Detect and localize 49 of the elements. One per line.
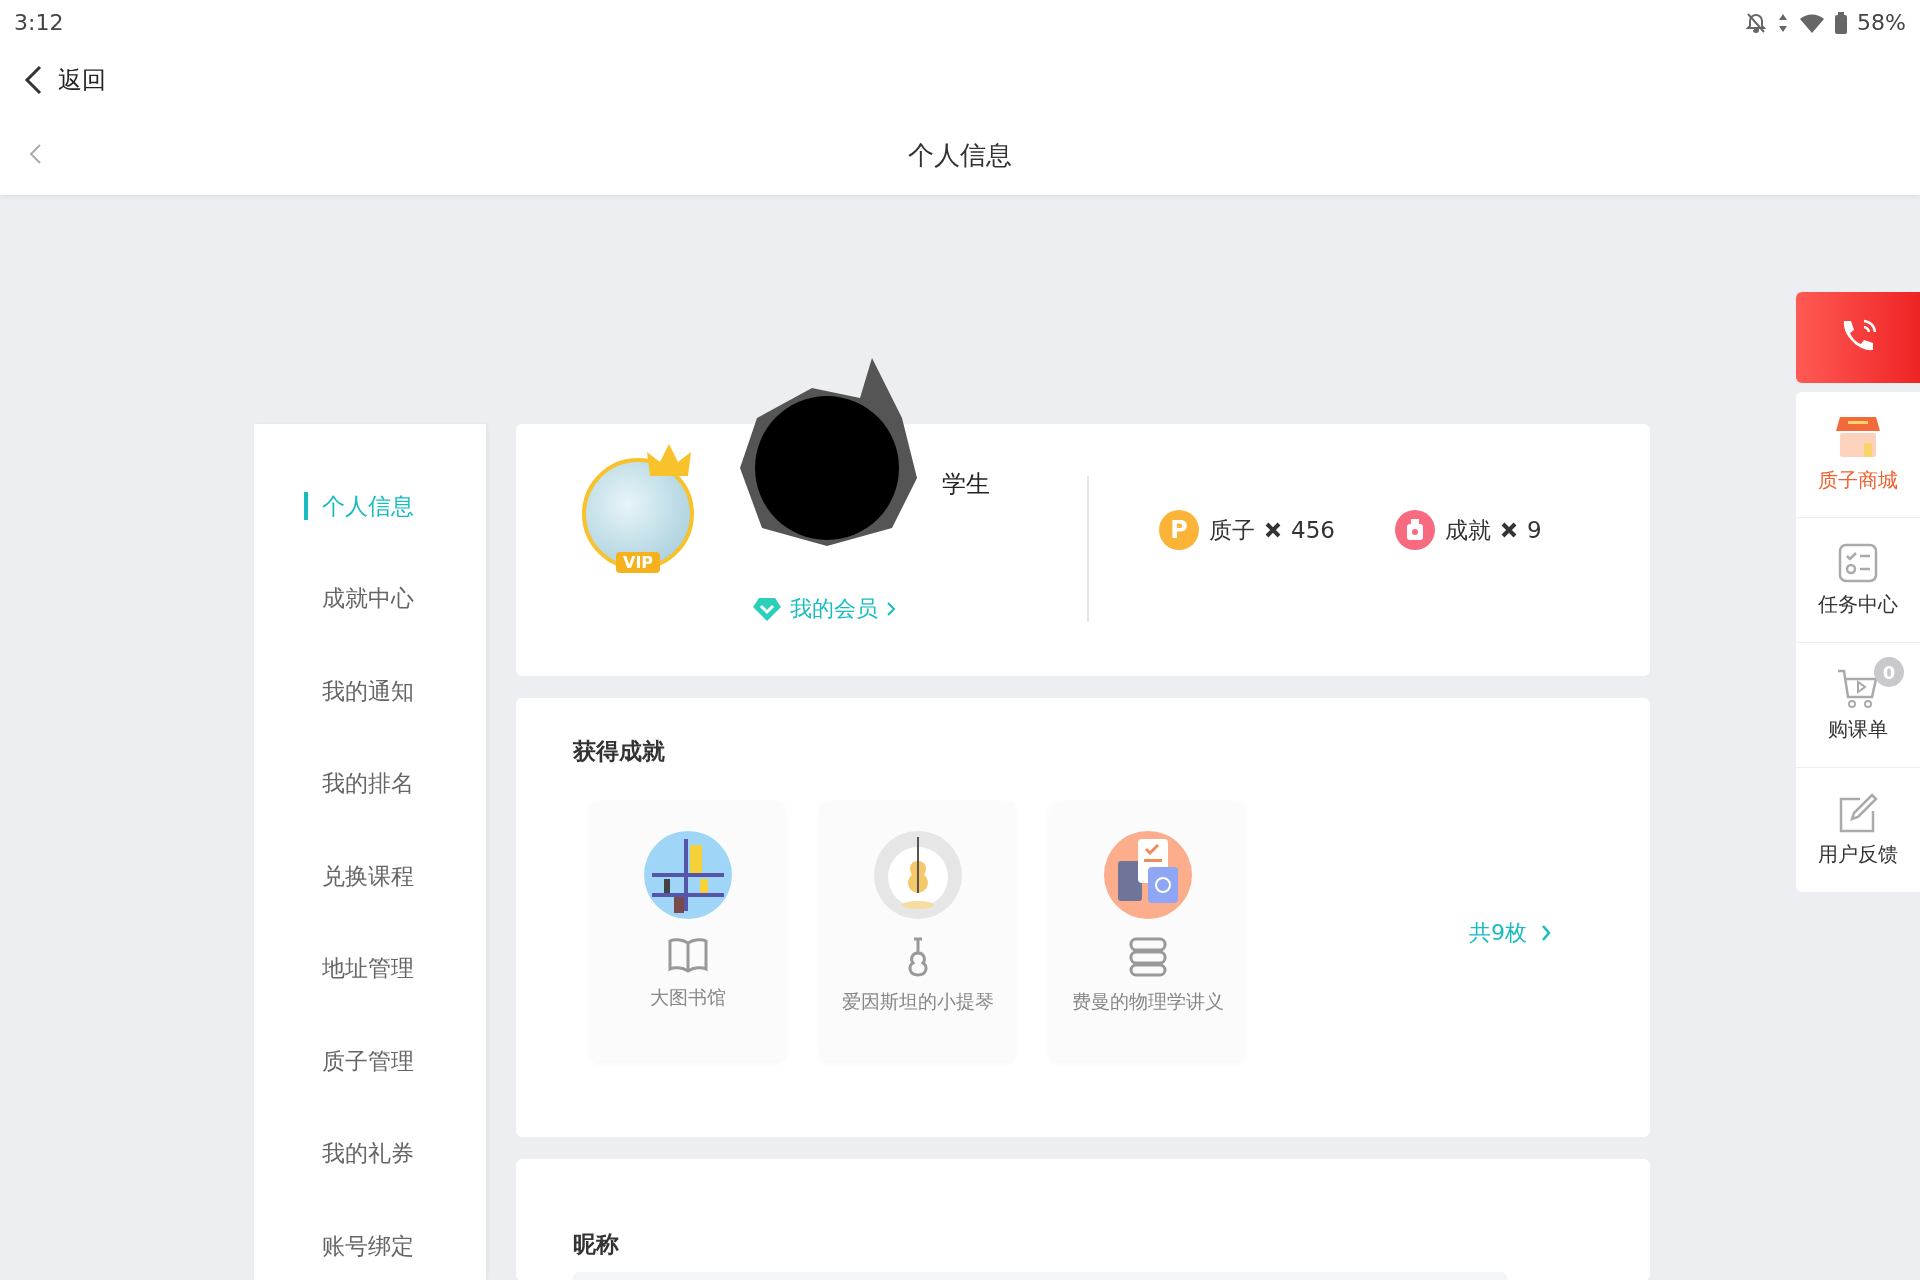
stat-label: 成就 [1444, 515, 1491, 545]
cart-icon [1836, 667, 1880, 708]
battery-percent: 58% [1857, 10, 1906, 35]
chevron-left-icon [24, 65, 42, 95]
checklist-icon [1838, 542, 1878, 583]
sidebar-item[interactable]: 我的礼券 [254, 1107, 486, 1200]
sidebar-item[interactable]: 账号绑定 [254, 1200, 486, 1280]
stat-label: 质子 [1209, 515, 1255, 545]
muted-bell-icon [1745, 11, 1768, 34]
data-arrows-icon [1777, 12, 1790, 33]
achievement-name: 费曼的物理学讲义 [1071, 989, 1224, 1014]
sidebar-item[interactable]: 地址管理 [254, 922, 486, 1015]
page-title: 个人信息 [908, 138, 1012, 172]
medal-icon [1394, 510, 1435, 550]
vip-badge: VIP [616, 552, 661, 573]
chevron-right-icon [1541, 924, 1551, 942]
achievement-card[interactable]: 大图书馆 [590, 801, 785, 1061]
multiply-icon [1500, 522, 1517, 538]
status-time: 3:12 [14, 10, 64, 35]
sidebar-item[interactable]: 我的通知 [254, 645, 486, 738]
battery-icon [1835, 11, 1848, 34]
storefront-icon [1834, 415, 1882, 459]
stat-count: 9 [1526, 517, 1542, 543]
edit-icon [1838, 792, 1878, 833]
back-button[interactable]: 返回 [24, 64, 106, 96]
back-chevron-icon[interactable] [28, 143, 42, 165]
achievement-card[interactable]: 爱因斯坦的小提琴 [820, 801, 1015, 1061]
chevron-right-icon [886, 601, 896, 617]
wifi-icon [1799, 11, 1826, 34]
floating-menu-item[interactable]: 用户反馈 [1796, 767, 1920, 892]
open-book-icon [667, 937, 708, 973]
sidebar-item[interactable]: 成就中心 [254, 552, 486, 645]
achievement-name: 爱因斯坦的小提琴 [841, 989, 994, 1014]
multiply-icon [1265, 522, 1281, 538]
achievement-name: 大图书馆 [649, 985, 726, 1010]
book-stack-icon [1128, 937, 1167, 977]
call-button[interactable] [1796, 292, 1920, 383]
section-title: 获得成就 [573, 737, 666, 766]
achievement-card[interactable]: 费曼的物理学讲义 [1050, 801, 1245, 1061]
sidebar-item[interactable]: 质子管理 [254, 1015, 486, 1108]
heart-diamond-icon [752, 596, 782, 622]
floating-menu-item[interactable]: 任务中心 [1796, 517, 1920, 642]
floating-menu-item[interactable]: 质子商城 [1796, 392, 1920, 517]
stat-count: 456 [1291, 517, 1335, 543]
p-coin-icon: P [1159, 510, 1199, 550]
sidebar-item[interactable]: 兑换课程 [254, 830, 486, 923]
sidebar-item[interactable]: 我的排名 [254, 737, 486, 830]
field-label: 昵称 [573, 1230, 620, 1259]
role-text: 学生 [942, 469, 991, 500]
